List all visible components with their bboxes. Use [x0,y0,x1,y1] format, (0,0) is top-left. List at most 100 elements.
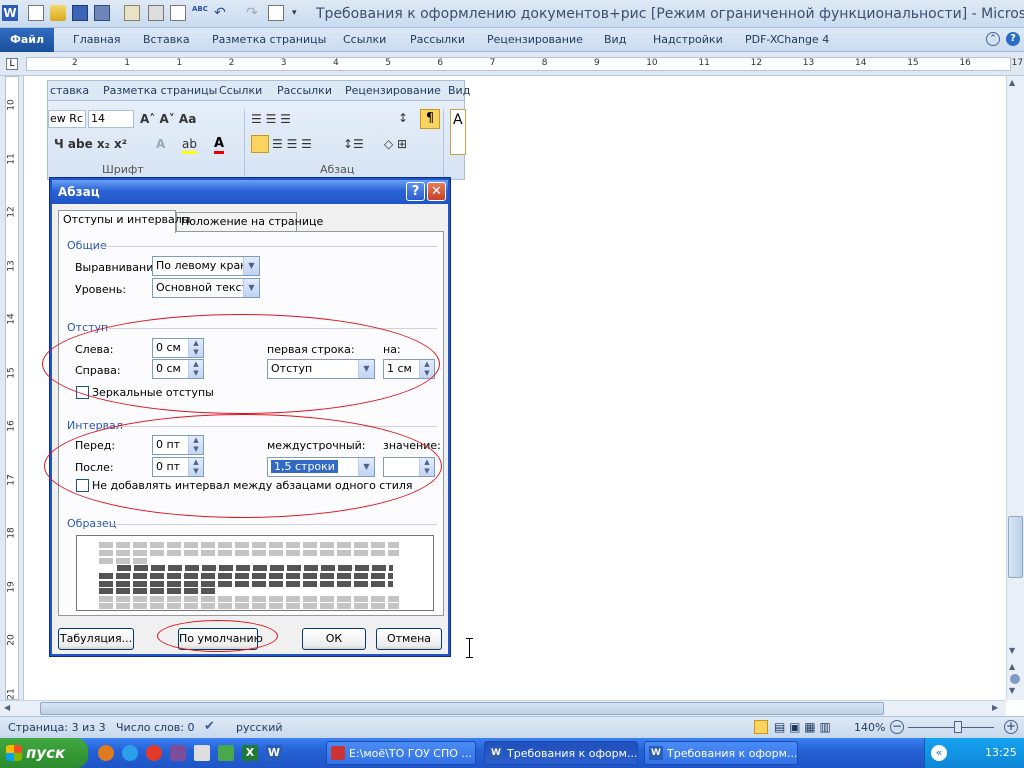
mirror-indents-checkbox[interactable] [76,386,89,399]
horizontal-scroll-thumb[interactable] [40,702,884,715]
email-icon[interactable] [124,5,140,21]
ruler-number: 17 [1011,58,1024,68]
tab-stop-selector-icon[interactable]: L [6,58,18,70]
outline-level-select[interactable]: Основной текст ▼ [152,278,260,298]
vertical-scroll-thumb[interactable] [1008,516,1023,578]
redo-icon[interactable]: ↷ [246,5,262,21]
save-as-icon[interactable] [94,5,110,21]
tray-expand-icon[interactable]: « [931,745,947,761]
expand-ribbon-icon[interactable]: ⌃ [986,32,1000,46]
tabs-button[interactable]: Табуляция... [58,628,134,650]
tab-indents-spacing[interactable]: Отступы и интервалы [58,210,191,233]
scroll-left-icon[interactable]: ◀ [4,703,10,712]
open-folder-icon[interactable] [50,5,66,21]
undo-icon[interactable]: ↶ [214,5,230,21]
save-icon[interactable] [72,5,88,21]
tab-addins[interactable]: Надстройки [653,33,723,46]
left-indent-input[interactable]: 0 см ▲ ▼ [152,338,204,358]
tab-home[interactable]: Главная [73,33,121,46]
ruler-number: 5 [385,58,391,68]
spinner-icon[interactable]: ▲ ▼ [419,360,434,378]
start-button[interactable]: пуск [0,738,88,768]
word-app-icon[interactable]: W [2,5,18,21]
ok-button[interactable]: ОК [302,628,366,650]
right-indent-input[interactable]: 0 см ▲ ▼ [152,359,204,379]
word-icon: W [489,746,503,760]
spinner-icon[interactable]: ▲ ▼ [188,436,203,454]
browse-object-icon[interactable] [1010,674,1020,684]
new-document-icon[interactable] [28,5,44,21]
tab-page-layout[interactable]: Разметка страницы [212,33,326,46]
horizontal-scrollbar[interactable]: ◀ ▶ [0,700,1006,716]
chevron-down-icon[interactable]: ▼ [358,458,374,476]
first-line-by-input[interactable]: 1 см ▲ ▼ [383,359,435,379]
edit-icon[interactable] [268,5,284,21]
tab-pdf-xchange[interactable]: PDF-XChange 4 [745,33,829,46]
chevron-down-icon[interactable]: ▼ [243,257,259,275]
clock[interactable]: 13:25 [985,746,1017,759]
tab-file[interactable]: Файл [0,28,54,52]
print-preview-icon[interactable] [170,5,186,21]
spinner-icon[interactable]: ▲ ▼ [188,360,203,378]
close-button[interactable]: ✕ [427,182,446,201]
spellcheck-icon[interactable]: ABC [192,5,208,21]
scroll-right-icon[interactable]: ▶ [992,703,998,712]
zoom-level[interactable]: 140% [854,721,885,734]
tab-review[interactable]: Рецензирование [487,33,583,46]
tab-mailings[interactable]: Рассылки [410,33,465,46]
spinner-icon[interactable]: ▲ ▼ [188,458,203,476]
language[interactable]: русский [236,721,283,734]
chevron-down-icon[interactable]: ▼ [358,360,374,378]
help-icon[interactable]: ? [1006,32,1020,46]
word-count[interactable]: Число слов: 0 [116,721,195,734]
next-page-icon[interactable]: ▼ [1009,686,1015,695]
print-layout-view-icon[interactable] [754,720,768,734]
totalcmd-icon[interactable] [218,745,234,761]
ruler-number: 1 [176,58,183,68]
print-icon[interactable] [148,5,164,21]
chevron-down-icon[interactable]: ▼ [243,279,259,297]
app-icon[interactable] [170,745,186,761]
taskbar-item-folder[interactable]: E:\моё\ТО ГОУ СПО ... [326,741,476,765]
prev-page-icon[interactable]: ▲ [1009,662,1015,671]
vertical-scrollbar[interactable]: ▲ ▼ ▲ ▼ [1006,76,1024,700]
space-before-input[interactable]: 0 пт ▲ ▼ [152,435,204,455]
tab-references[interactable]: Ссылки [343,33,386,46]
line-spacing-select[interactable]: 1,5 строки ▼ [267,457,375,477]
scroll-down-icon[interactable]: ▼ [1009,646,1015,655]
space-after-input[interactable]: 0 пт ▲ ▼ [152,457,204,477]
zoom-in-icon[interactable]: + [1004,720,1018,734]
customize-qat-icon[interactable]: ▾ [292,5,308,21]
scroll-up-icon[interactable]: ▲ [1009,78,1015,87]
tab-insert[interactable]: Вставка [143,33,190,46]
firefox-icon[interactable] [98,745,114,761]
vruler-number: 11 [6,152,17,165]
vertical-ruler[interactable]: 10 11 12 13 14 15 16 17 18 19 20 21 [0,76,24,700]
line-spacing-at-input[interactable]: ▲ ▼ [383,457,435,477]
horizontal-ruler[interactable]: L 21123456789101112131415161718 [0,52,1024,76]
zoom-slider[interactable] [908,727,994,728]
spinner-icon[interactable]: ▲ ▼ [188,339,203,357]
calculator-icon[interactable] [194,745,210,761]
zoom-slider-handle[interactable] [954,721,962,733]
zoom-out-icon[interactable]: − [890,720,904,734]
cancel-button[interactable]: Отмена [376,628,442,650]
no-space-same-style-checkbox[interactable] [76,479,89,492]
tab-view[interactable]: Вид [604,33,626,46]
taskbar-item-word-2[interactable]: W Требования к оформ... [644,741,798,765]
page-count[interactable]: Страница: 3 из 3 [8,721,106,734]
alignment-select[interactable]: По левому краю ▼ [152,256,260,276]
taskbar-item-word-1[interactable]: W Требования к оформ... [484,741,638,765]
first-line-value: Отступ [271,362,313,375]
opera-icon[interactable] [146,745,162,761]
first-line-select[interactable]: Отступ ▼ [267,359,375,379]
proofing-icon[interactable]: ✔ [204,719,215,734]
view-mode-icons[interactable]: ▤ ▣ ▦ ▥ [774,720,831,734]
set-default-button[interactable]: По умолчанию [178,628,263,650]
ie-icon[interactable] [122,745,138,761]
help-button[interactable]: ? [406,182,425,201]
word-icon[interactable]: W [266,745,282,761]
spinner-icon[interactable]: ▲ ▼ [419,458,434,476]
excel-icon[interactable]: X [242,745,258,761]
tab-line-page-breaks[interactable]: Положение на странице [176,212,323,232]
